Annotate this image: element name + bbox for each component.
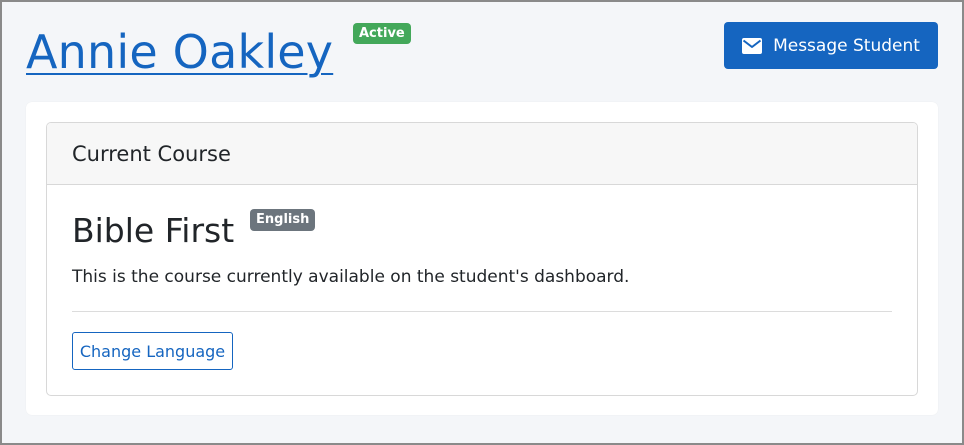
course-description: This is the course currently available o… [72, 267, 630, 287]
student-card: Current Course Bible First English This … [26, 102, 938, 415]
divider [72, 311, 892, 312]
course-name: Bible First [72, 211, 235, 250]
change-language-button[interactable]: Change Language [72, 332, 233, 370]
status-badge: Active [353, 23, 411, 44]
student-name-link[interactable]: Annie Oakley [26, 22, 333, 82]
language-badge: English [250, 209, 316, 231]
message-student-button[interactable]: Message Student [724, 22, 938, 69]
current-course-card: Current Course Bible First English This … [46, 122, 918, 396]
course-card-header: Current Course [47, 123, 917, 185]
course-card-title: Current Course [72, 141, 231, 166]
envelope-icon [742, 37, 763, 54]
message-student-label: Message Student [773, 35, 920, 56]
